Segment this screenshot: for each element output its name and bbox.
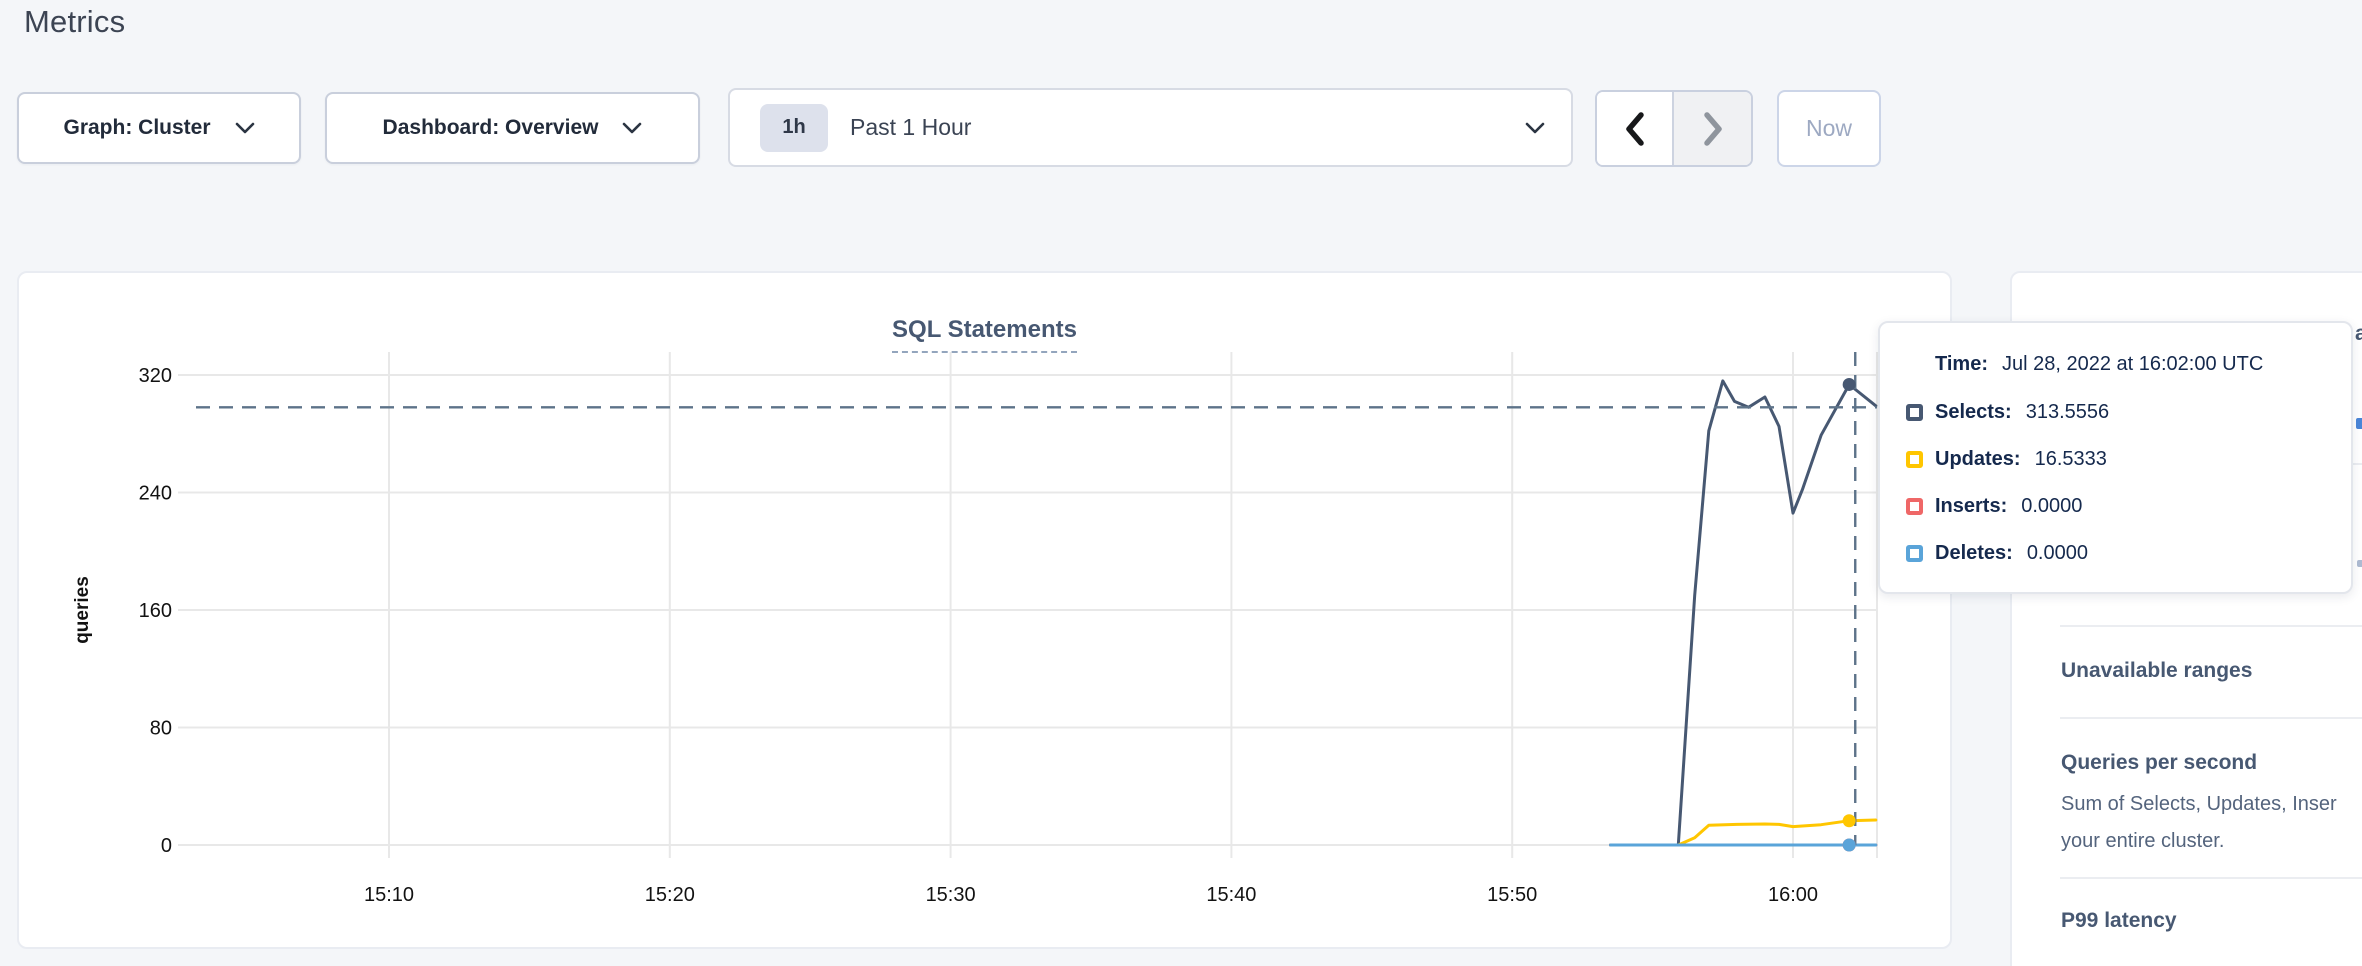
chart-title-wrap: SQL Statements [0, 316, 1969, 353]
tooltip-series-row: Updates: 16.5333 [1906, 436, 2331, 483]
chevron-down-icon [622, 122, 642, 134]
sidebar-item-description-line1: Sum of Selects, Updates, Inser [2061, 793, 2337, 816]
tooltip-series-row: Deletes: 0.0000 [1906, 530, 2331, 577]
tooltip-series-label: Inserts: [1935, 495, 2007, 518]
tooltip-series-label: Deletes: [1935, 542, 2013, 565]
series-color-swatch-icon [1906, 498, 1923, 515]
chevron-down-icon [235, 122, 255, 134]
graph-scope-dropdown[interactable]: Graph: Cluster [17, 92, 301, 164]
series-color-swatch-icon [1906, 404, 1923, 421]
now-button-label: Now [1806, 115, 1852, 142]
dashboard-dropdown[interactable]: Dashboard: Overview [325, 92, 700, 164]
tooltip-series-label: Selects: [1935, 401, 2012, 424]
sidebar-divider [2060, 877, 2362, 879]
now-button[interactable]: Now [1777, 90, 1881, 167]
sidebar-clipped-text-fragment [2357, 560, 2362, 567]
tooltip-series-value: 0.0000 [2027, 542, 2088, 565]
tooltip-series-row: Inserts: 0.0000 [1906, 483, 2331, 530]
tooltip-series-value: 16.5333 [2035, 448, 2107, 471]
tooltip-series-label: Updates: [1935, 448, 2021, 471]
tooltip-time-row: Time: Jul 28, 2022 at 16:02:00 UTC [1935, 353, 2331, 376]
sidebar-item-description-line2: your entire cluster. [2061, 830, 2224, 853]
series-color-swatch-icon [1906, 451, 1923, 468]
graph-scope-label: Graph: Cluster [63, 116, 210, 140]
time-range-selector[interactable]: 1h Past 1 Hour [728, 88, 1573, 167]
tooltip-time-label: Time: [1935, 353, 1988, 375]
prev-timeframe-button[interactable] [1597, 92, 1674, 165]
time-range-label: Past 1 Hour [850, 114, 1525, 141]
chart-title[interactable]: SQL Statements [892, 316, 1077, 353]
sidebar-divider [2060, 625, 2362, 627]
dashboard-label: Dashboard: Overview [383, 116, 599, 140]
sidebar-item-queries-per-second[interactable]: Queries per second [2061, 751, 2257, 775]
sidebar-item-p99-latency[interactable]: P99 latency [2061, 909, 2177, 933]
chevron-right-icon [1702, 111, 1724, 147]
next-timeframe-button[interactable] [1674, 92, 1751, 165]
series-color-swatch-icon [1906, 545, 1923, 562]
chevron-left-icon [1624, 111, 1646, 147]
chevron-down-icon [1525, 122, 1545, 134]
tooltip-series-row: Selects: 313.5556 [1906, 389, 2331, 436]
sidebar-clipped-heading-fragment: a [2355, 322, 2362, 346]
sidebar-item-unavailable-ranges[interactable]: Unavailable ranges [2061, 659, 2252, 683]
sidebar-divider [2060, 717, 2362, 719]
tooltip-time-value: Jul 28, 2022 at 16:02:00 UTC [2002, 353, 2263, 375]
tooltip-series-rows: Selects: 313.5556 Updates: 16.5333 Inserts: 0… [1906, 389, 2331, 577]
time-nav-buttons [1595, 90, 1753, 167]
sidebar-clipped-link-fragment [2356, 418, 2362, 429]
time-range-badge: 1h [760, 104, 828, 152]
tooltip-series-value: 0.0000 [2021, 495, 2082, 518]
page-title: Metrics [24, 4, 125, 40]
chart-hover-tooltip: Time: Jul 28, 2022 at 16:02:00 UTC Select… [1878, 321, 2353, 594]
tooltip-series-value: 313.5556 [2026, 401, 2109, 424]
metrics-page: Metrics Graph: Cluster Dashboard: Overvi… [0, 0, 2362, 966]
sql-statements-chart-panel [17, 271, 1952, 949]
